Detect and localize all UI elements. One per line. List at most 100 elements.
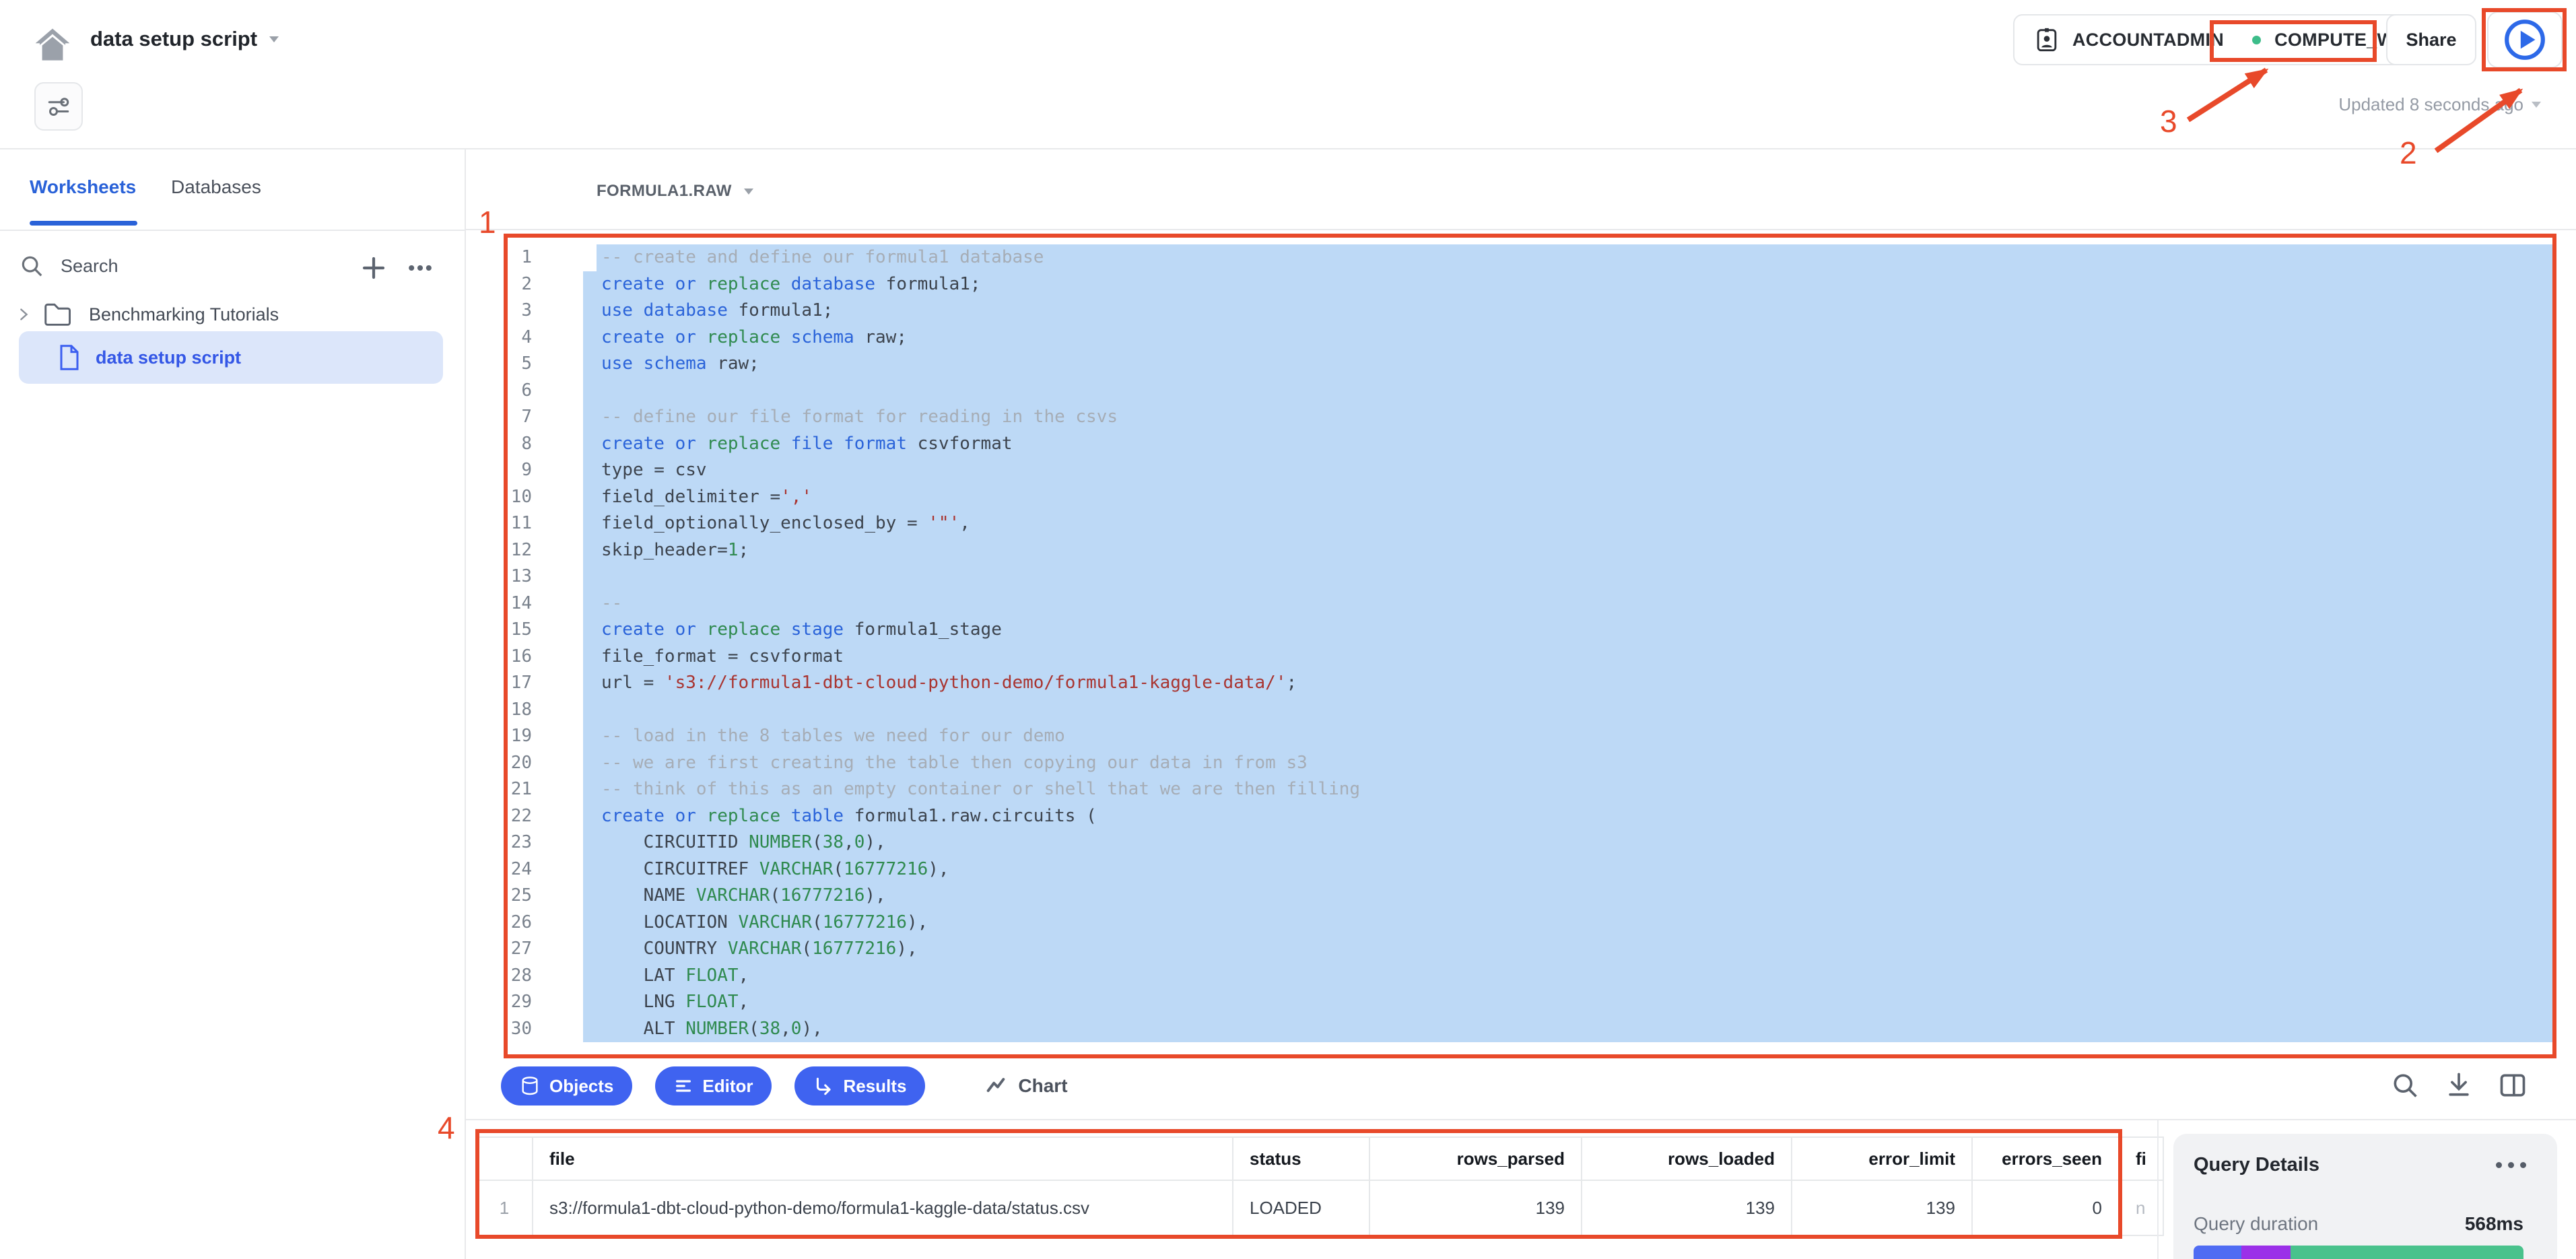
line-number: 14	[465, 590, 532, 617]
code-text: -- think of this as an empty container o…	[601, 776, 1360, 803]
tabs-divider	[0, 230, 465, 231]
line-number: 23	[465, 829, 532, 856]
code-line: 29 LNG FLOAT,	[465, 989, 2576, 1016]
editor-divider	[466, 229, 2576, 230]
line-number: 21	[465, 776, 532, 803]
code-text: --	[601, 590, 622, 617]
more-options-icon[interactable]	[2496, 1162, 2526, 1168]
line-number: 13	[465, 564, 532, 590]
code-line: 17url = 's3://formula1-dbt-cloud-python-…	[465, 670, 2576, 697]
sidebar-search-input[interactable]: Search	[19, 253, 118, 279]
column-header[interactable]: status	[1233, 1137, 1369, 1180]
caret-down-icon	[744, 189, 753, 195]
line-number: 30	[465, 1016, 532, 1043]
sidebar-item-data-setup-script[interactable]: data setup script	[19, 331, 443, 384]
line-number: 19	[465, 723, 532, 750]
line-number: 27	[465, 936, 532, 963]
column-header[interactable]: fi	[2119, 1137, 2163, 1180]
selection-highlight	[583, 457, 2553, 484]
sidebar-item-benchmarking-tutorials[interactable]: Benchmarking Tutorials	[16, 298, 279, 331]
split-panel-icon[interactable]	[2498, 1070, 2528, 1100]
plus-icon[interactable]	[360, 254, 388, 282]
code-text: NAME VARCHAR(16777216),	[601, 883, 886, 910]
header-divider	[0, 148, 2576, 149]
code-text: create or replace schema raw;	[601, 325, 907, 351]
selection-highlight	[583, 989, 2553, 1016]
column-header[interactable]: rows_loaded	[1582, 1137, 1792, 1180]
role-label: ACCOUNTADMIN	[2072, 30, 2224, 50]
code-line: 5use schema raw;	[465, 351, 2576, 378]
tab-chart[interactable]: Chart	[984, 1075, 1067, 1097]
chart-line-icon	[984, 1075, 1007, 1097]
updated-status-menu[interactable]: Updated 8 seconds ago	[2338, 94, 2541, 115]
filters-button[interactable]	[34, 82, 83, 131]
annotation-label-1: 1	[479, 204, 496, 240]
objects-button[interactable]: Objects	[501, 1066, 632, 1105]
column-header[interactable]: file	[533, 1137, 1233, 1180]
code-line: 24 CIRCUITREF VARCHAR(16777216),	[465, 856, 2576, 883]
code-line: 8create or replace file format csvformat	[465, 431, 2576, 458]
code-text: LNG FLOAT,	[601, 989, 749, 1016]
code-line: 16file_format = csvformat	[465, 644, 2576, 671]
column-header[interactable]	[476, 1137, 533, 1180]
code-text: type = csv	[601, 457, 707, 484]
tab-worksheets[interactable]: Worksheets	[30, 176, 136, 198]
column-header[interactable]: errors_seen	[1972, 1137, 2119, 1180]
table-cell: 139	[1582, 1180, 1792, 1235]
home-button[interactable]	[28, 20, 77, 69]
code-line: 2create or replace database formula1;	[465, 271, 2576, 298]
code-text: file_format = csvformat	[601, 644, 844, 671]
worksheet-title-menu[interactable]: data setup script	[90, 27, 279, 51]
schema-context-label: FORMULA1.RAW	[597, 182, 732, 201]
sql-editor[interactable]: 1-- create and define our formula1 datab…	[465, 244, 2576, 1042]
table-cell: 139	[1369, 1180, 1582, 1235]
line-number: 1	[465, 244, 532, 271]
search-icon[interactable]	[2390, 1070, 2420, 1100]
annotation-label-3: 3	[2160, 103, 2177, 139]
code-text: LAT FLOAT,	[601, 963, 749, 990]
code-text: use database formula1;	[601, 298, 833, 325]
line-number: 26	[465, 910, 532, 937]
button-label: Editor	[702, 1076, 753, 1097]
code-line: 9type = csv	[465, 457, 2576, 484]
code-line: 11field_optionally_enclosed_by = '"',	[465, 510, 2576, 537]
tab-databases[interactable]: Databases	[171, 176, 261, 198]
tab-label: Chart	[1018, 1075, 1067, 1097]
search-icon	[19, 253, 44, 279]
schema-context-selector[interactable]: FORMULA1.RAW	[597, 182, 753, 201]
document-icon	[58, 343, 81, 372]
code-text: -- define our file format for reading in…	[601, 404, 1118, 431]
selection-highlight	[583, 697, 2553, 724]
code-text: create or replace stage formula1_stage	[601, 617, 1002, 644]
selection-highlight	[583, 378, 2553, 405]
code-text: skip_header=1;	[601, 537, 749, 564]
context-selector-button[interactable]: ACCOUNTADMIN COMPUTE_WH	[2013, 14, 2429, 65]
editor-button[interactable]: Editor	[655, 1066, 772, 1105]
code-text: -- we are first creating the table then …	[601, 750, 1308, 777]
run-button[interactable]	[2487, 11, 2563, 68]
share-button[interactable]: Share	[2386, 14, 2476, 65]
download-icon[interactable]	[2444, 1070, 2474, 1100]
annotation-label-2: 2	[2400, 135, 2417, 171]
table-cell: LOADED	[1233, 1180, 1369, 1235]
column-header[interactable]: error_limit	[1792, 1137, 1972, 1180]
selection-highlight	[583, 537, 2553, 564]
code-line: 20-- we are first creating the table the…	[465, 750, 2576, 777]
line-number: 8	[465, 431, 532, 458]
line-number: 7	[465, 404, 532, 431]
table-cell: 1	[476, 1180, 533, 1235]
code-line: 19-- load in the 8 tables we need for ou…	[465, 723, 2576, 750]
duration-bar-segment	[2241, 1246, 2291, 1259]
selection-highlight	[583, 351, 2553, 378]
selection-highlight	[583, 590, 2553, 617]
annotation-label-4: 4	[438, 1110, 455, 1146]
code-line: 14 --	[465, 590, 2576, 617]
results-table[interactable]: filestatusrows_parsedrows_loadederror_li…	[475, 1136, 2164, 1236]
query-details-title: Query Details	[2194, 1154, 2319, 1176]
results-button[interactable]: Results	[794, 1066, 925, 1105]
database-icon	[520, 1076, 540, 1096]
ellipsis-icon[interactable]	[405, 253, 435, 283]
table-row[interactable]: 1s3://formula1-dbt-cloud-python-demo/for…	[476, 1180, 2163, 1235]
snowsight-worksheet-window: data setup script ACCOUNTADMIN COMPUTE_W…	[0, 0, 2576, 1259]
column-header[interactable]: rows_parsed	[1369, 1137, 1582, 1180]
